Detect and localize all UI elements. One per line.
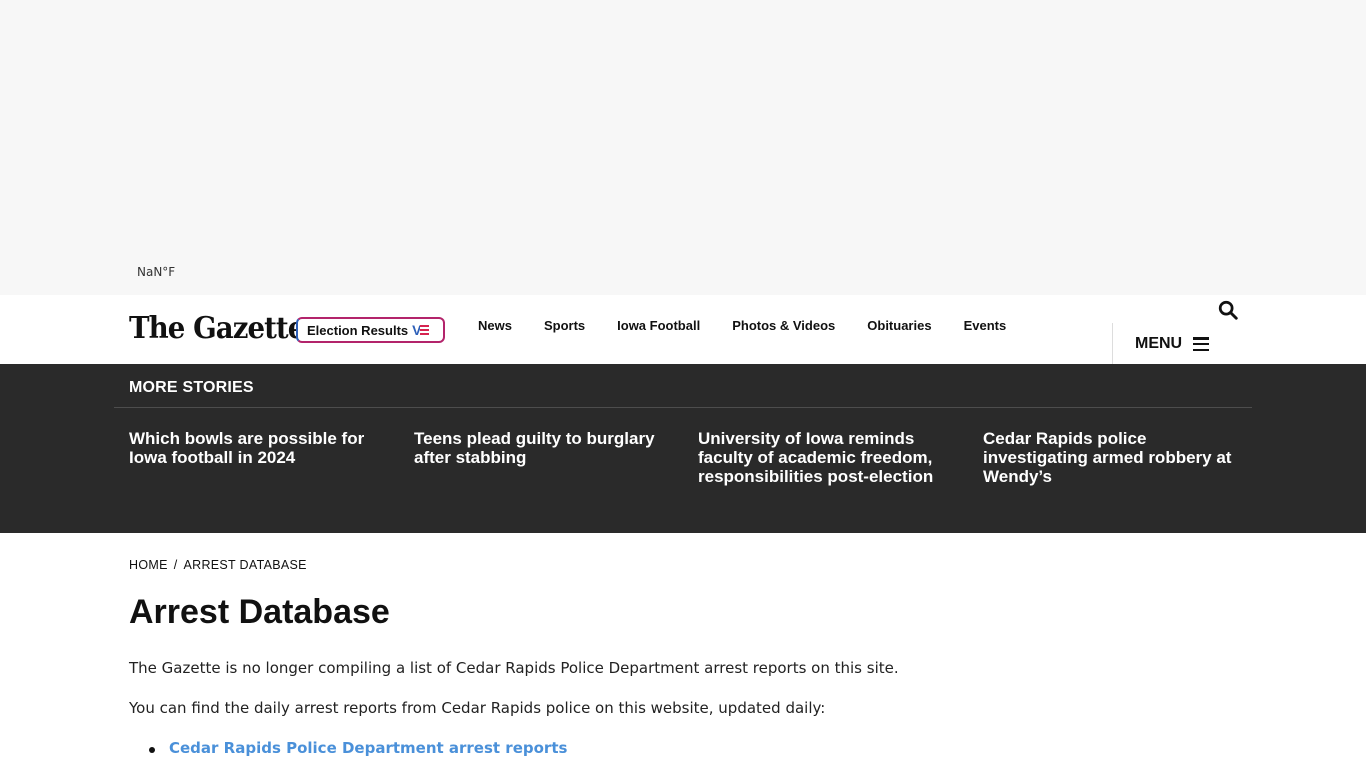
flag-icon: V xyxy=(412,322,430,338)
election-results-button[interactable]: Election Results V xyxy=(296,317,445,343)
page-title: Arrest Database xyxy=(129,593,390,631)
main-nav: News Sports Iowa Football Photos & Video… xyxy=(478,318,1038,333)
more-stories-divider xyxy=(114,407,1252,408)
site-logo[interactable]: The Gazette xyxy=(129,311,305,347)
hamburger-icon xyxy=(1193,337,1210,351)
menu-label: MENU xyxy=(1135,335,1183,352)
weather-temp: NaN°F xyxy=(137,265,176,279)
story-link[interactable]: Teens plead guilty to burglary after sta… xyxy=(414,429,674,467)
header-divider xyxy=(1112,323,1113,364)
nav-item-sports[interactable]: Sports xyxy=(544,318,585,333)
breadcrumb-separator: / xyxy=(173,558,178,572)
intro-paragraph: The Gazette is no longer compiling a lis… xyxy=(129,659,899,677)
more-stories-title: MORE STORIES xyxy=(129,379,254,396)
nav-item-news[interactable]: News xyxy=(478,318,512,333)
election-results-label: Election Results xyxy=(307,322,409,338)
nav-item-iowa-football[interactable]: Iowa Football xyxy=(617,318,700,333)
breadcrumb-home[interactable]: HOME xyxy=(129,558,168,572)
arrest-reports-link[interactable]: Cedar Rapids Police Department arrest re… xyxy=(149,739,567,757)
story-link[interactable]: Cedar Rapids police investigating armed … xyxy=(983,429,1243,486)
nav-item-photos-videos[interactable]: Photos & Videos xyxy=(732,318,835,333)
story-link[interactable]: Which bowls are possible for Iowa footba… xyxy=(129,429,389,467)
info-paragraph: You can find the daily arrest reports fr… xyxy=(129,699,826,717)
links-list: Cedar Rapids Police Department arrest re… xyxy=(149,739,567,757)
search-icon[interactable] xyxy=(1217,299,1239,321)
menu-button[interactable]: MENU xyxy=(1135,335,1210,353)
nav-item-obituaries[interactable]: Obituaries xyxy=(867,318,931,333)
story-link[interactable]: University of Iowa reminds faculty of ac… xyxy=(698,429,958,486)
nav-item-events[interactable]: Events xyxy=(964,318,1007,333)
breadcrumb-current[interactable]: ARREST DATABASE xyxy=(183,558,306,572)
breadcrumb: HOME / ARREST DATABASE xyxy=(129,558,307,572)
ad-banner-area xyxy=(0,0,1366,295)
